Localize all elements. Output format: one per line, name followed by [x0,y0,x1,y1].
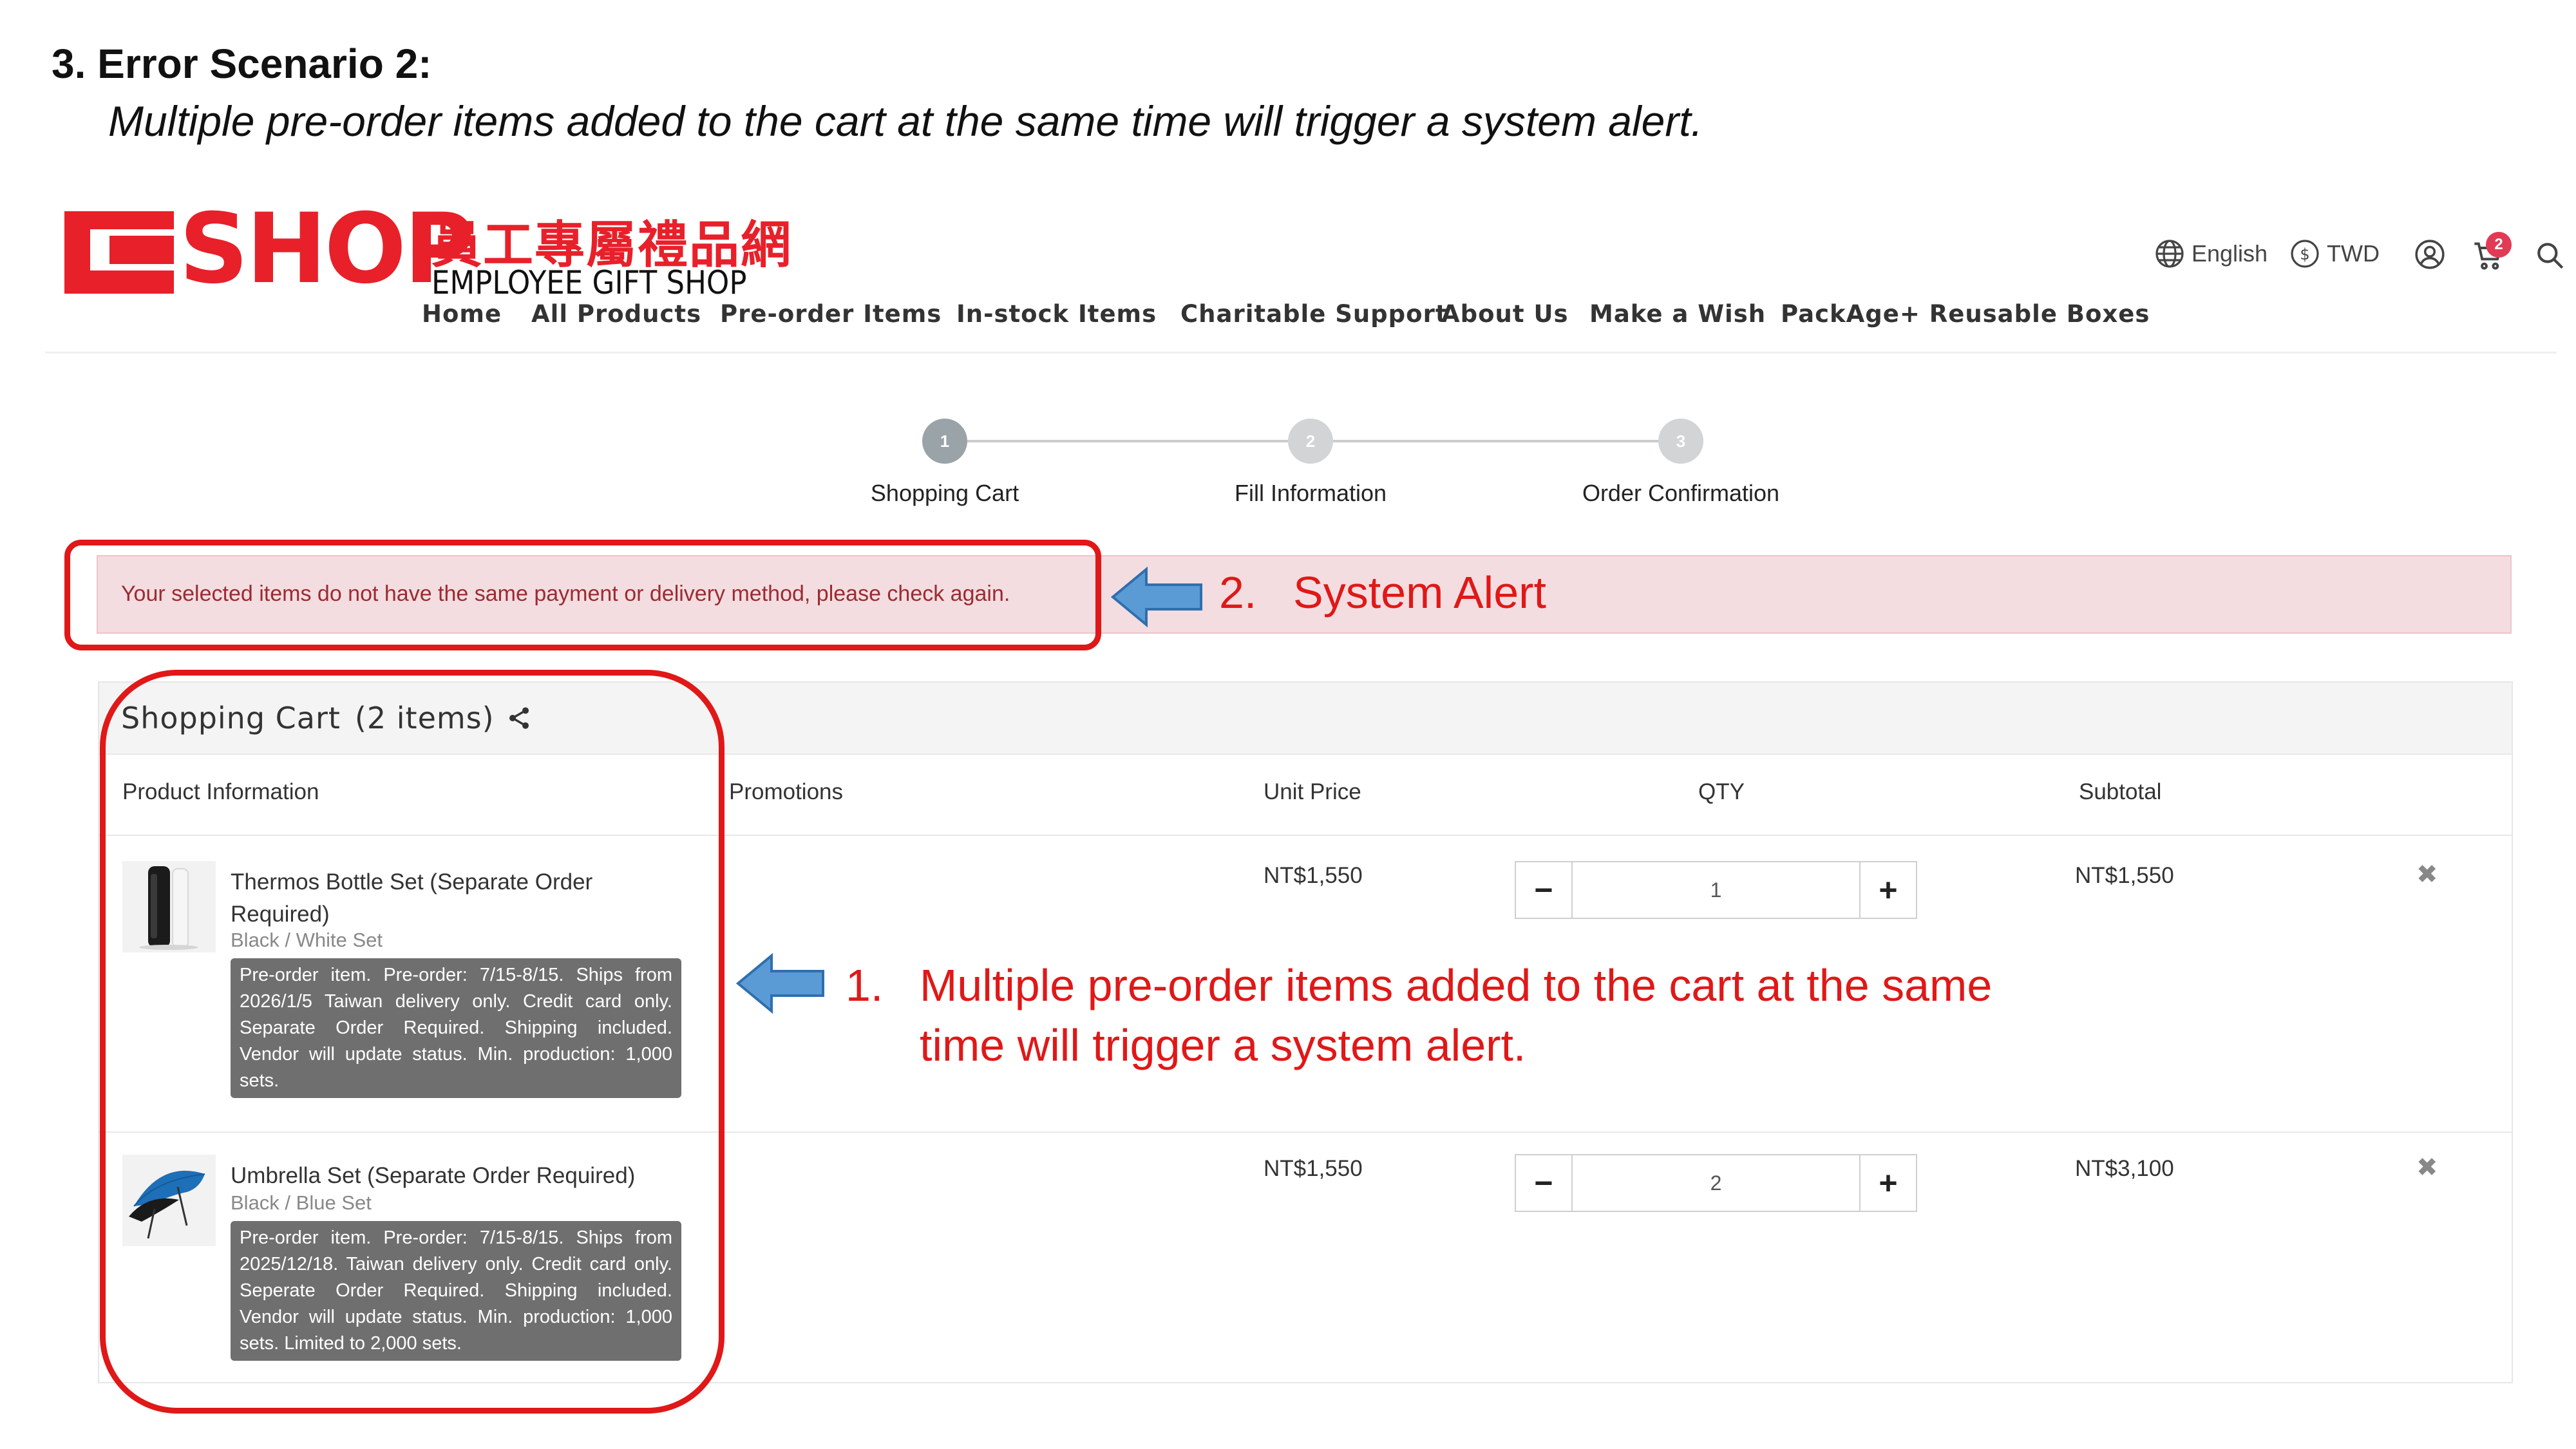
remove-item-thermos-icon[interactable]: ✖ [2416,860,2438,889]
col-qty: QTY [1698,779,1745,804]
unit-price-thermos: NT$1,550 [1264,863,1363,888]
quantity-stepper-thermos: − 1 + [1515,861,1917,919]
subtotal-thermos: NT$1,550 [2075,863,2174,888]
step-1-circle: 1 [922,419,967,464]
unit-price-umbrella: NT$1,550 [1264,1156,1363,1181]
col-subtotal: Subtotal [2079,779,2162,804]
currency-selector[interactable]: $ TWD [2289,238,2380,269]
logo-wordmark: SHOP [179,193,475,305]
col-promotions: Promotions [729,779,844,804]
qty-increase-button[interactable]: + [1861,862,1916,918]
quantity-stepper-umbrella: − 2 + [1515,1154,1917,1212]
language-label: English [2192,240,2268,267]
logo-mark-bar-right [109,236,174,264]
alert-highlight-outline [64,540,1101,650]
remove-item-umbrella-icon[interactable]: ✖ [2416,1153,2438,1182]
user-icon [2415,240,2445,269]
preorder-items-highlight-outline [100,670,724,1414]
nav-in-stock-items[interactable]: In-stock Items [956,300,1157,328]
qty-decrease-button[interactable]: − [1516,1155,1571,1211]
account-button[interactable] [2414,238,2446,274]
qty-decrease-button[interactable]: − [1516,862,1571,918]
search-button[interactable] [2534,240,2566,275]
slide-subtitle: Multiple pre-order items added to the ca… [108,97,1703,145]
slide-title: 3. Error Scenario 2: [52,41,432,87]
arrow-left-icon [736,953,824,1014]
step-3-circle: 3 [1658,419,1703,464]
step-2-circle: 2 [1288,419,1333,464]
logo-mark-bar-top [64,211,174,229]
nav-make-a-wish[interactable]: Make a Wish [1589,300,1766,328]
annotation-items-number: 1. [846,960,884,1010]
svg-text:$: $ [2300,245,2309,263]
annotation-alert-label: System Alert [1293,567,1546,618]
header-divider [45,352,2557,354]
col-unit-price: Unit Price [1264,779,1361,804]
dollar-icon: $ [2291,240,2319,268]
cart-button[interactable]: 2 [2472,232,2523,277]
step-1-label: Shopping Cart [870,480,1019,506]
logo-english-name: EMPLOYEE GIFT SHOP [431,264,747,301]
qty-input[interactable]: 1 [1571,862,1861,918]
nav-home[interactable]: Home [422,300,502,328]
annotation-items-line-1: Multiple pre-order items added to the ca… [920,960,1993,1010]
nav-all-products[interactable]: All Products [531,300,701,328]
logo-mark-bar-bottom [64,270,174,294]
language-selector[interactable]: English [2154,238,2268,269]
qty-increase-button[interactable]: + [1861,1155,1916,1211]
search-icon [2537,243,2564,269]
arrow-left-icon [1111,567,1202,628]
cart-count-badge: 2 [2486,232,2512,258]
nav-package-reusable-boxes[interactable]: PackAge+ Reusable Boxes [1781,300,2150,328]
annotation-alert-number: 2. [1219,567,1257,618]
step-2-label: Fill Information [1234,480,1387,506]
globe-icon [2155,240,2184,268]
subtotal-umbrella: NT$3,100 [2075,1156,2174,1181]
annotation-items-line-2: time will trigger a system alert. [920,1020,1526,1070]
currency-label: TWD [2327,240,2380,267]
nav-pre-order-items[interactable]: Pre-order Items [720,300,942,328]
nav-charitable-support[interactable]: Charitable Support [1180,300,1448,328]
step-3-label: Order Confirmation [1582,480,1780,506]
qty-input[interactable]: 2 [1571,1155,1861,1211]
stepper-line-1 [945,440,1288,442]
stepper-line-2 [1333,440,1681,442]
nav-about-us[interactable]: About Us [1441,300,1569,328]
